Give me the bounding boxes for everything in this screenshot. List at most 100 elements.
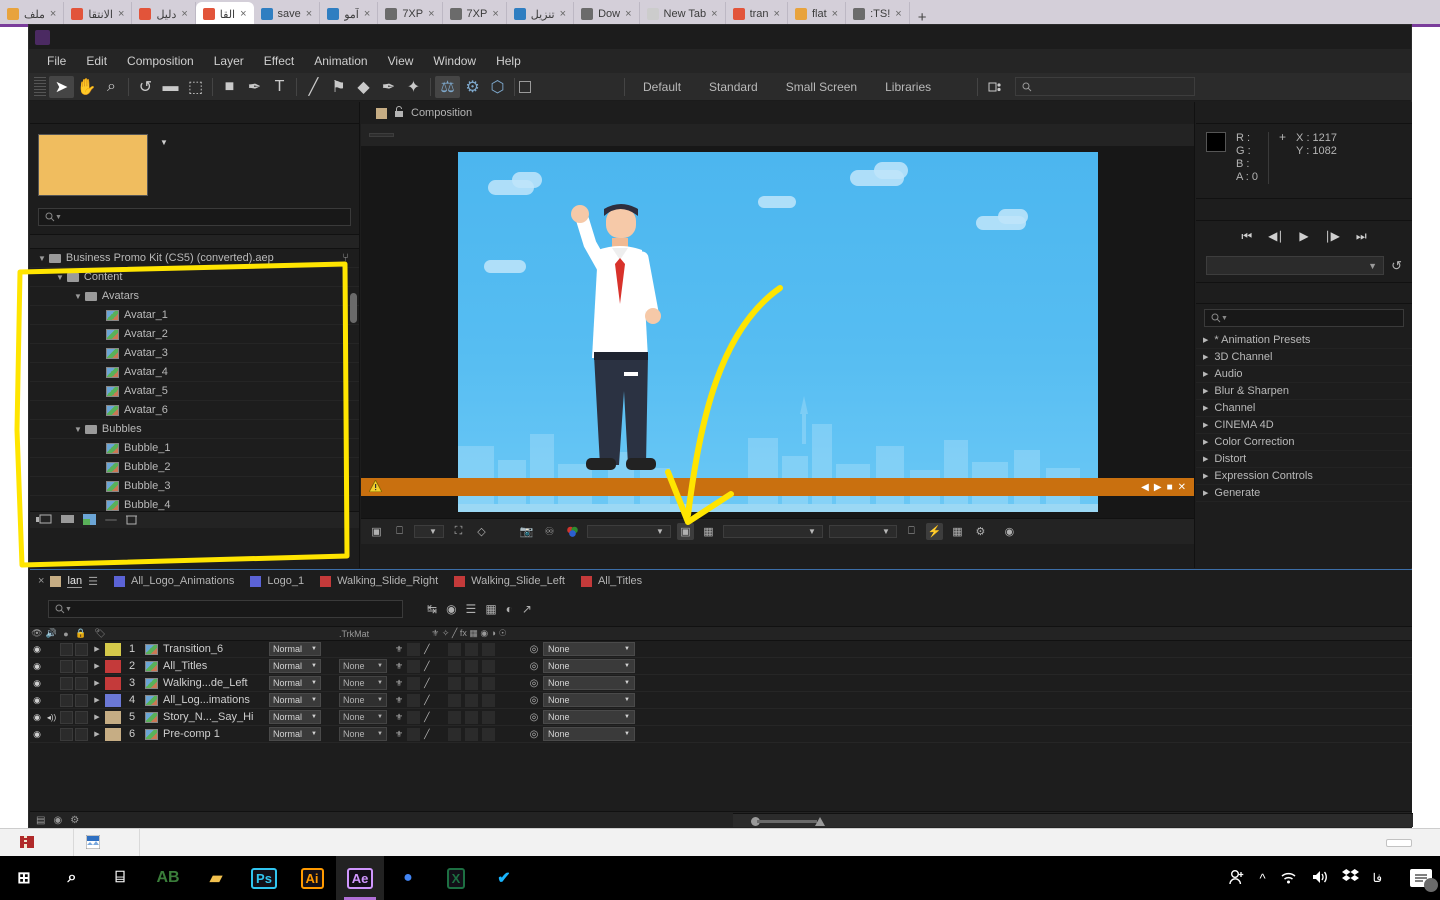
minimize-button[interactable] [1276, 25, 1321, 49]
layer-motion-blur-switch[interactable] [481, 676, 495, 690]
layer-lock-toggle[interactable] [75, 642, 88, 656]
checkerboard-icon[interactable]: ▦ [700, 523, 717, 540]
table-row[interactable]: ◉ ▶ 4 All_Log...imations Normal ▼ None ▼ ⚜ ╱ ◎ None… [30, 692, 1412, 709]
effects-search-input[interactable]: ▼ [1204, 309, 1404, 327]
interpret-footage-icon[interactable] [36, 514, 52, 526]
tab-close-icon[interactable]: × [181, 8, 187, 20]
composition-control-bar[interactable]: ▣ ⎕ ▼ ⛶ ◇ 📷 ♾ ▼ ▣ ▦ ▼ ▼ ⎕ ⚡ ▦ ⚙ ◉ [361, 518, 1194, 544]
timeline-tab[interactable]: All_Logo_Animations [114, 575, 250, 587]
layer-motion-blur-switch[interactable] [481, 659, 495, 673]
snapping-checkbox[interactable] [519, 80, 531, 93]
layer-visibility-toggle[interactable]: ◉ [30, 695, 44, 706]
show-all-downloads-button[interactable] [1386, 838, 1412, 847]
disclosure-triangle-icon[interactable]: ▶ [1203, 421, 1208, 429]
excel-icon[interactable]: X [432, 856, 480, 900]
disclosure-triangle-icon[interactable]: ▼ [74, 425, 82, 434]
label-column-icon[interactable]: 🏷 [89, 628, 111, 639]
frame-blending-icon[interactable]: ▦ [485, 602, 496, 616]
layer-parent-select[interactable]: None ▼ [543, 727, 635, 741]
snapping-toggle[interactable] [519, 80, 536, 93]
layer-switches[interactable]: ⚜ ╱ [387, 676, 525, 690]
timeline-tab-close-icon[interactable]: × [38, 575, 44, 587]
next-frame-button[interactable]: ∣▶ [1325, 229, 1340, 243]
error-close-button[interactable]: ✕ [1178, 482, 1186, 493]
show-snapshot-icon[interactable]: ♾ [541, 523, 558, 540]
comp-flowchart-icon[interactable]: ⚙ [972, 523, 989, 540]
layer-motion-blur-switch[interactable] [481, 727, 495, 741]
layer-solo-toggle[interactable] [60, 642, 73, 656]
project-tree-row[interactable]: ▼ Content [30, 268, 359, 287]
translate-app-icon[interactable]: AB [144, 856, 192, 900]
show-hidden-icons-icon[interactable]: ^ [1259, 871, 1265, 886]
layer-motion-blur-switch[interactable] [481, 693, 495, 707]
composition-breadcrumb[interactable] [361, 124, 1194, 146]
layer-label-color[interactable] [105, 659, 121, 673]
layer-switches[interactable]: ⚜ ╱ [387, 642, 525, 656]
chrome-icon[interactable]: ● [384, 856, 432, 900]
project-tree-row[interactable]: Bubble_3 [30, 477, 359, 496]
project-tree-row[interactable]: Avatar_1 [30, 306, 359, 325]
layer-visibility-toggle[interactable]: ◉ [30, 661, 44, 672]
previous-frame-button[interactable]: ◀∣ [1268, 229, 1283, 243]
table-row[interactable]: ◉ ▶ 6 Pre-comp 1 Normal ▼ None ▼ ⚜ ╱ ◎ None ▼ [30, 726, 1412, 743]
play-button[interactable]: ▶ [1299, 229, 1308, 243]
timeline-footer-icon-3[interactable]: ⚙ [70, 815, 79, 826]
project-column-header[interactable] [30, 234, 359, 249]
layer-column-headers[interactable]: 👁 🔊 ● 🔒 🏷 .TrkMat ⚜ ✧ ╱ fx ▦ ◉ ◑ ☉ [30, 627, 1412, 641]
menu-item-file[interactable]: File [37, 51, 76, 71]
browser-tab[interactable]: ملف × [0, 2, 65, 26]
resolution-select[interactable]: ▼ [586, 525, 671, 538]
project-search-input[interactable]: ▼ [38, 208, 351, 226]
downloads-bar[interactable] [0, 828, 1440, 857]
effects-category-row[interactable]: ▶ 3D Channel [1196, 349, 1412, 366]
parent-pickwhip-icon[interactable]: ◎ [525, 712, 543, 723]
menu-item-help[interactable]: Help [486, 51, 531, 71]
browser-tab[interactable]: دليل × [132, 2, 196, 26]
browser-tab[interactable]: :TS! × [846, 2, 910, 26]
browser-tab[interactable]: New Tab × [640, 2, 726, 26]
camera-select[interactable]: ▼ [722, 525, 823, 538]
layer-fx-switch[interactable] [447, 710, 461, 724]
tab-close-icon[interactable]: × [711, 8, 717, 20]
timeline-tab-bar[interactable]: × lan ☰ All_Logo_Animations Logo_1 Walking_Sl… [30, 570, 1412, 592]
project-tree-row[interactable]: ▼ Avatars [30, 287, 359, 306]
tab-close-icon[interactable]: × [832, 8, 838, 20]
layer-solo-toggle[interactable] [60, 727, 73, 741]
layer-fx-switch[interactable] [447, 676, 461, 690]
project-tree-row[interactable]: Bubble_1 [30, 439, 359, 458]
layer-trkmat-select[interactable]: None ▼ [339, 676, 387, 690]
zoom-level-select[interactable]: ▼ [414, 525, 444, 538]
new-folder-icon[interactable] [61, 514, 74, 526]
layer-source-name[interactable]: All_Titles [163, 660, 269, 672]
menu-item-window[interactable]: Window [423, 51, 486, 71]
layer-switches[interactable]: ⚜ ╱ [387, 693, 525, 707]
layer-fx-switch[interactable] [447, 693, 461, 707]
browser-tab[interactable]: تنزيل × [507, 2, 575, 26]
layer-mode-select[interactable]: Normal ▼ [269, 710, 321, 724]
layer-frame-blend-switch[interactable] [464, 710, 478, 724]
layer-frame-blend-switch[interactable] [464, 676, 478, 690]
window-controls[interactable] [1276, 25, 1411, 49]
layer-solo-toggle[interactable] [60, 676, 73, 690]
preview-panel-header[interactable] [1196, 199, 1412, 221]
project-tree-row[interactable]: Avatar_5 [30, 382, 359, 401]
notifications-icon[interactable] [1410, 869, 1438, 892]
workspace-gear-icon[interactable] [982, 76, 1007, 98]
hide-shy-layers-icon[interactable]: ☰ [466, 602, 477, 616]
checkmark-app-icon[interactable]: ✔ [480, 856, 528, 900]
system-tray[interactable]: ^ فا [1228, 869, 1440, 892]
brush-tool[interactable]: ╱ [301, 76, 326, 98]
project-item-tree[interactable]: ▼ Business Promo Kit (CS5) (converted).ae… [30, 249, 359, 511]
table-row[interactable]: ◉ ▶ 1 Transition_6 Normal ▼ ⚜ ╱ ◎ None ▼ [30, 641, 1412, 658]
audio-column-icon[interactable]: 🔊 [44, 628, 59, 639]
layer-mode-select[interactable]: Normal ▼ [269, 659, 321, 673]
tab-close-icon[interactable]: × [364, 8, 370, 20]
tab-close-icon[interactable]: × [428, 8, 434, 20]
parent-pickwhip-icon[interactable]: ◎ [525, 661, 543, 672]
effects-category-row[interactable]: ▶ CINEMA 4D [1196, 417, 1412, 434]
grid-icon[interactable] [561, 76, 586, 98]
local-axis-mode[interactable]: ⚖ [435, 75, 460, 98]
toolbar-grip[interactable] [34, 76, 46, 97]
people-icon[interactable] [1228, 869, 1245, 888]
layer-label-color[interactable] [105, 642, 121, 656]
